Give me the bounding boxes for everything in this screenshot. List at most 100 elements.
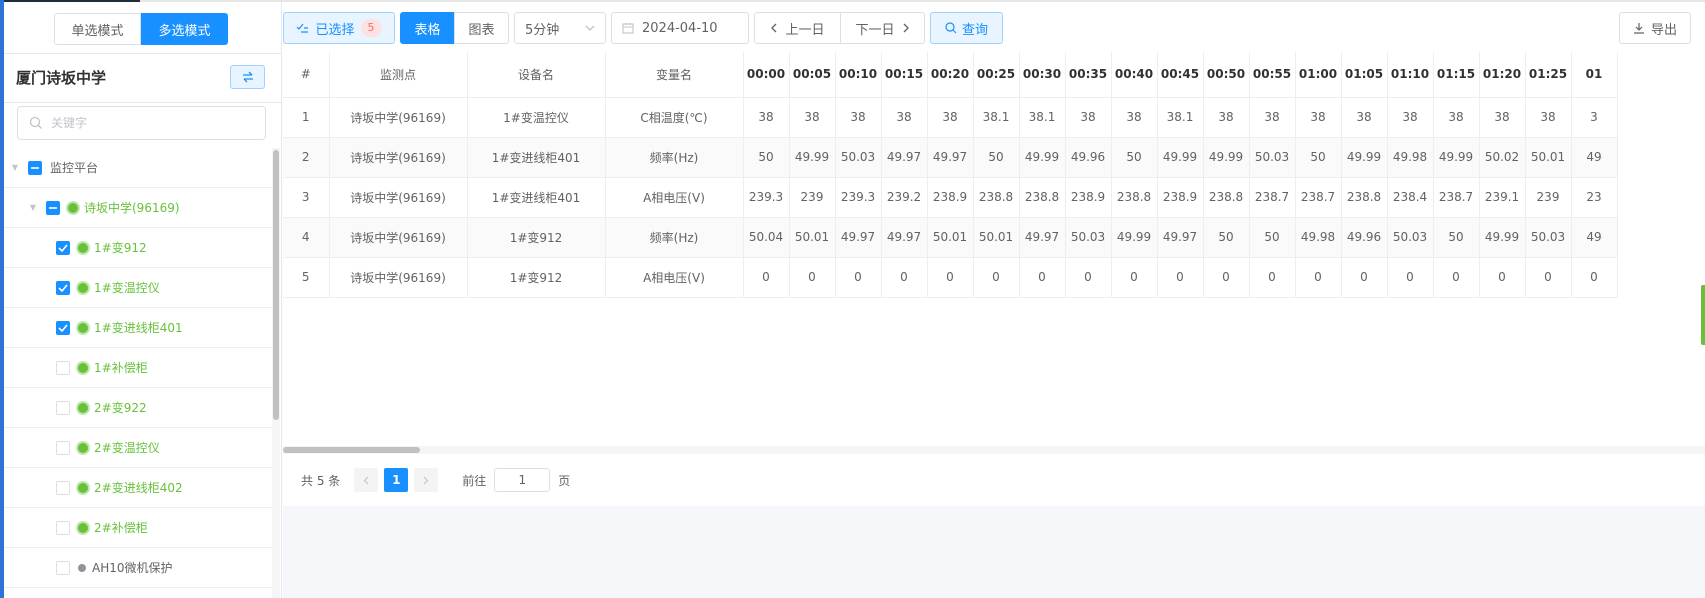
table-cell-value: 38: [1065, 97, 1112, 138]
date-picker[interactable]: 2024-04-10: [611, 12, 749, 44]
site-title: 厦门诗坂中学: [16, 69, 107, 87]
tree-node-checkbox[interactable]: [56, 480, 70, 495]
next-day-button[interactable]: 下一日: [840, 12, 925, 44]
column-header: #: [283, 52, 330, 98]
table-cell-value: 38: [1111, 97, 1158, 138]
minus-icon: [31, 166, 39, 169]
table-cell-value: 239: [1525, 177, 1572, 218]
table-horizontal-scrollbar[interactable]: [283, 446, 1705, 454]
tab-table-view[interactable]: 表格: [400, 12, 455, 44]
chevron-right-icon: [423, 476, 429, 484]
table-cell-value: 239.3: [743, 177, 790, 218]
tree-node[interactable]: 2#变温控仪: [4, 428, 272, 468]
table-cell-value: 50: [973, 137, 1020, 178]
table-cell-value: 238.4: [1387, 177, 1434, 218]
status-dot-icon: [78, 282, 88, 293]
tree-node-checkbox[interactable]: [56, 440, 70, 455]
table-cell-value: 238.7: [1433, 177, 1480, 218]
caret-down-icon[interactable]: ▼: [10, 163, 20, 173]
query-button[interactable]: 查询: [930, 12, 1003, 44]
status-dot-icon: [78, 322, 88, 333]
tree-node[interactable]: ▼ 诗坂中学(96169): [4, 188, 272, 228]
tree-node[interactable]: ▼ 监控平台: [4, 148, 272, 188]
minus-icon: [49, 206, 57, 209]
status-dot-icon: [78, 563, 86, 572]
time-column-header: 01:00: [1295, 52, 1342, 98]
table-cell-value: 238.9: [1157, 177, 1204, 218]
tree-node[interactable]: 1#变温控仪: [4, 268, 272, 308]
swap-button[interactable]: [230, 65, 265, 89]
sidebar: 单选模式 多选模式 厦门诗坂中学 ▼ 监控平台 ▼ 诗坂中学(96169) 1#变912…: [4, 2, 282, 598]
table-cell-value: 49.99: [1157, 137, 1204, 178]
tree-node-label: 2#变进线柜402: [94, 481, 183, 495]
tree-scrollbar-thumb[interactable]: [273, 150, 279, 420]
tree-node[interactable]: 1#变912: [4, 228, 272, 268]
check-icon: [58, 323, 68, 332]
prev-page-button[interactable]: [354, 468, 379, 492]
interval-select[interactable]: 5分钟: [514, 12, 606, 44]
tree-node-checkbox[interactable]: [46, 200, 60, 215]
table-row[interactable]: 2 诗坂中学(96169) 1#变进线柜401 频率(Hz) 50 49.99 50.03 4…: [283, 137, 1618, 178]
time-column-header: 01: [1571, 52, 1618, 98]
table-cell-value: 49.97: [881, 137, 928, 178]
export-button[interactable]: 导出: [1619, 12, 1691, 44]
table-cell-value: 38: [789, 97, 836, 138]
tree-node[interactable]: AH10微机保护: [4, 548, 272, 588]
caret-down-icon[interactable]: ▼: [28, 203, 38, 213]
table-cell-value: 50.04: [743, 217, 790, 258]
table-cell-value: 0: [835, 257, 882, 298]
keyword-search-input[interactable]: [51, 116, 251, 130]
check-icon: [58, 243, 68, 252]
table-cell-value: 50: [1111, 137, 1158, 178]
multi-select-mode-button[interactable]: 多选模式: [141, 13, 228, 45]
tree-node-checkbox[interactable]: [56, 520, 70, 535]
table-cell-value: 49.99: [1341, 137, 1388, 178]
tree-node[interactable]: 2#变922: [4, 388, 272, 428]
table-row[interactable]: 1 诗坂中学(96169) 1#变温控仪 C相温度(℃) 38 38 38 38 38 38.1 3…: [283, 97, 1618, 138]
tree-node-checkbox[interactable]: [56, 240, 70, 255]
tree-node-checkbox[interactable]: [56, 560, 70, 575]
table-cell-idx: 2: [283, 137, 330, 178]
side-drawer-tab[interactable]: [1701, 285, 1705, 345]
tree-node[interactable]: 1#补偿柜: [4, 348, 272, 388]
keyword-search: [17, 106, 266, 140]
goto-label: 前往: [462, 473, 487, 488]
table-cell-value: 0: [789, 257, 836, 298]
table-cell-value: 0: [1203, 257, 1250, 298]
tree-node-checkbox[interactable]: [56, 400, 70, 415]
tree-node-label: AH10微机保护: [92, 561, 173, 575]
table-cell-device: 1#变进线柜401: [467, 137, 606, 178]
prev-day-button[interactable]: 上一日: [754, 12, 841, 44]
table-cell-value: 0: [743, 257, 790, 298]
table-cell-value: 50: [1295, 137, 1342, 178]
page-number-current[interactable]: 1: [384, 468, 409, 492]
tree-node-checkbox[interactable]: [56, 320, 70, 335]
sidebar-header: 厦门诗坂中学: [4, 53, 282, 103]
table-scrollbar-thumb[interactable]: [283, 447, 420, 453]
selected-items-button[interactable]: 已选择 5: [283, 12, 395, 44]
table-cell-value: 38: [835, 97, 882, 138]
tree-node-checkbox[interactable]: [56, 280, 70, 295]
tree-node-checkbox[interactable]: [56, 360, 70, 375]
table-row[interactable]: 3 诗坂中学(96169) 1#变进线柜401 A相电压(V) 239.3 239 239.…: [283, 177, 1618, 218]
tree-node[interactable]: 2#补偿柜: [4, 508, 272, 548]
table-row[interactable]: 5 诗坂中学(96169) 1#变912 A相电压(V) 0 0 0 0 0 0 0 0 0 0 0 0 0 0 0…: [283, 257, 1618, 298]
table-row[interactable]: 4 诗坂中学(96169) 1#变912 频率(Hz) 50.04 50.01 49.97 4…: [283, 217, 1618, 258]
table-cell-value: 0: [1157, 257, 1204, 298]
tree-node-checkbox[interactable]: [28, 160, 42, 175]
table-cell-value: 38: [1387, 97, 1434, 138]
table-cell-value: 50.03: [1525, 217, 1572, 258]
single-select-mode-button[interactable]: 单选模式: [54, 13, 141, 45]
tree-scrollbar[interactable]: [272, 148, 280, 598]
status-dot-icon: [78, 402, 88, 413]
next-page-button[interactable]: [414, 468, 439, 492]
tree-node[interactable]: 1#变进线柜401: [4, 308, 272, 348]
tree-node[interactable]: 2#变进线柜402: [4, 468, 272, 508]
table-cell-value: 38: [881, 97, 928, 138]
status-dot-icon: [78, 522, 88, 533]
table-cell-value: 50.03: [835, 137, 882, 178]
table-cell-value: 49.97: [1019, 217, 1066, 258]
tree-node-label: 1#变进线柜401: [94, 321, 183, 335]
tab-chart-view[interactable]: 图表: [454, 12, 509, 44]
goto-page-input[interactable]: 1: [494, 468, 551, 492]
